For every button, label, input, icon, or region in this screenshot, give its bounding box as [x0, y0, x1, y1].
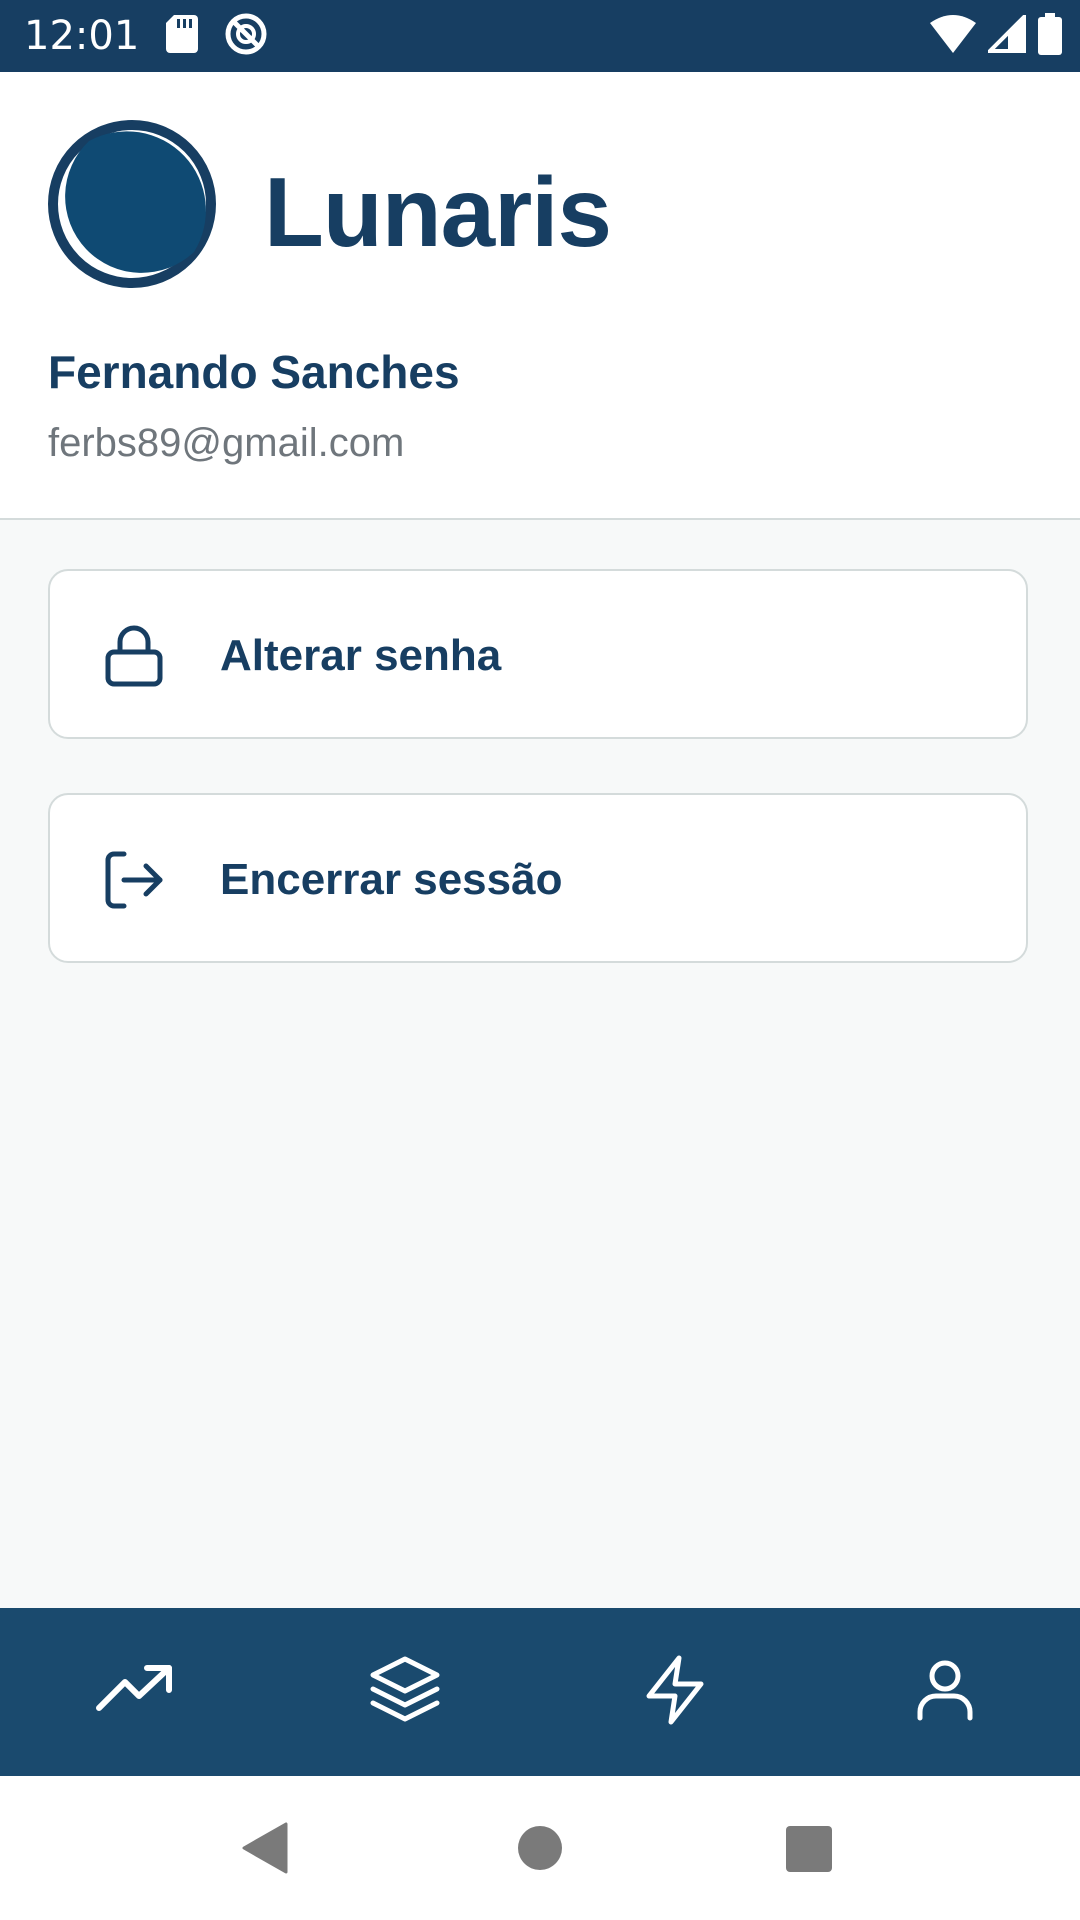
change-password-label: Alterar senha — [220, 631, 502, 680]
user-name: Fernando Sanches — [48, 346, 460, 398]
status-notification-icons — [166, 12, 268, 61]
app-title: Lunaris — [264, 157, 612, 267]
recents-icon[interactable] — [786, 1826, 832, 1872]
nav-item-profile[interactable] — [885, 1632, 1005, 1752]
logout-button[interactable]: Encerrar sessão — [48, 793, 1028, 963]
battery-icon — [1038, 12, 1062, 60]
cell-signal-icon — [985, 11, 1026, 58]
trending-up-icon — [95, 1660, 175, 1725]
nav-item-dashboard[interactable] — [75, 1632, 195, 1752]
status-system-icons — [930, 11, 1062, 60]
layers-icon — [369, 1655, 441, 1730]
status-bar: 12:01 — [0, 0, 1080, 72]
user-email: ferbs89@gmail.com — [48, 421, 405, 465]
status-time: 12:01 — [24, 13, 140, 59]
home-icon[interactable] — [518, 1826, 562, 1870]
do-not-disturb-icon — [224, 12, 268, 61]
sd-card-icon — [166, 14, 198, 58]
lock-icon — [102, 624, 166, 688]
nav-item-activity[interactable] — [615, 1632, 735, 1752]
logout-icon — [102, 848, 166, 912]
lightning-icon — [643, 1654, 707, 1731]
logout-label: Encerrar sessão — [220, 855, 563, 904]
user-icon — [915, 1658, 975, 1727]
moon-logo-icon — [48, 120, 216, 288]
back-icon[interactable] — [240, 1822, 290, 1879]
profile-header: Lunaris Fernando Sanches ferbs89@gmail.c… — [0, 72, 1080, 520]
bottom-navigation — [0, 1608, 1080, 1776]
nav-item-layers[interactable] — [345, 1632, 465, 1752]
system-navigation-bar — [0, 1776, 1080, 1920]
change-password-button[interactable]: Alterar senha — [48, 569, 1028, 739]
wifi-icon — [930, 14, 976, 58]
